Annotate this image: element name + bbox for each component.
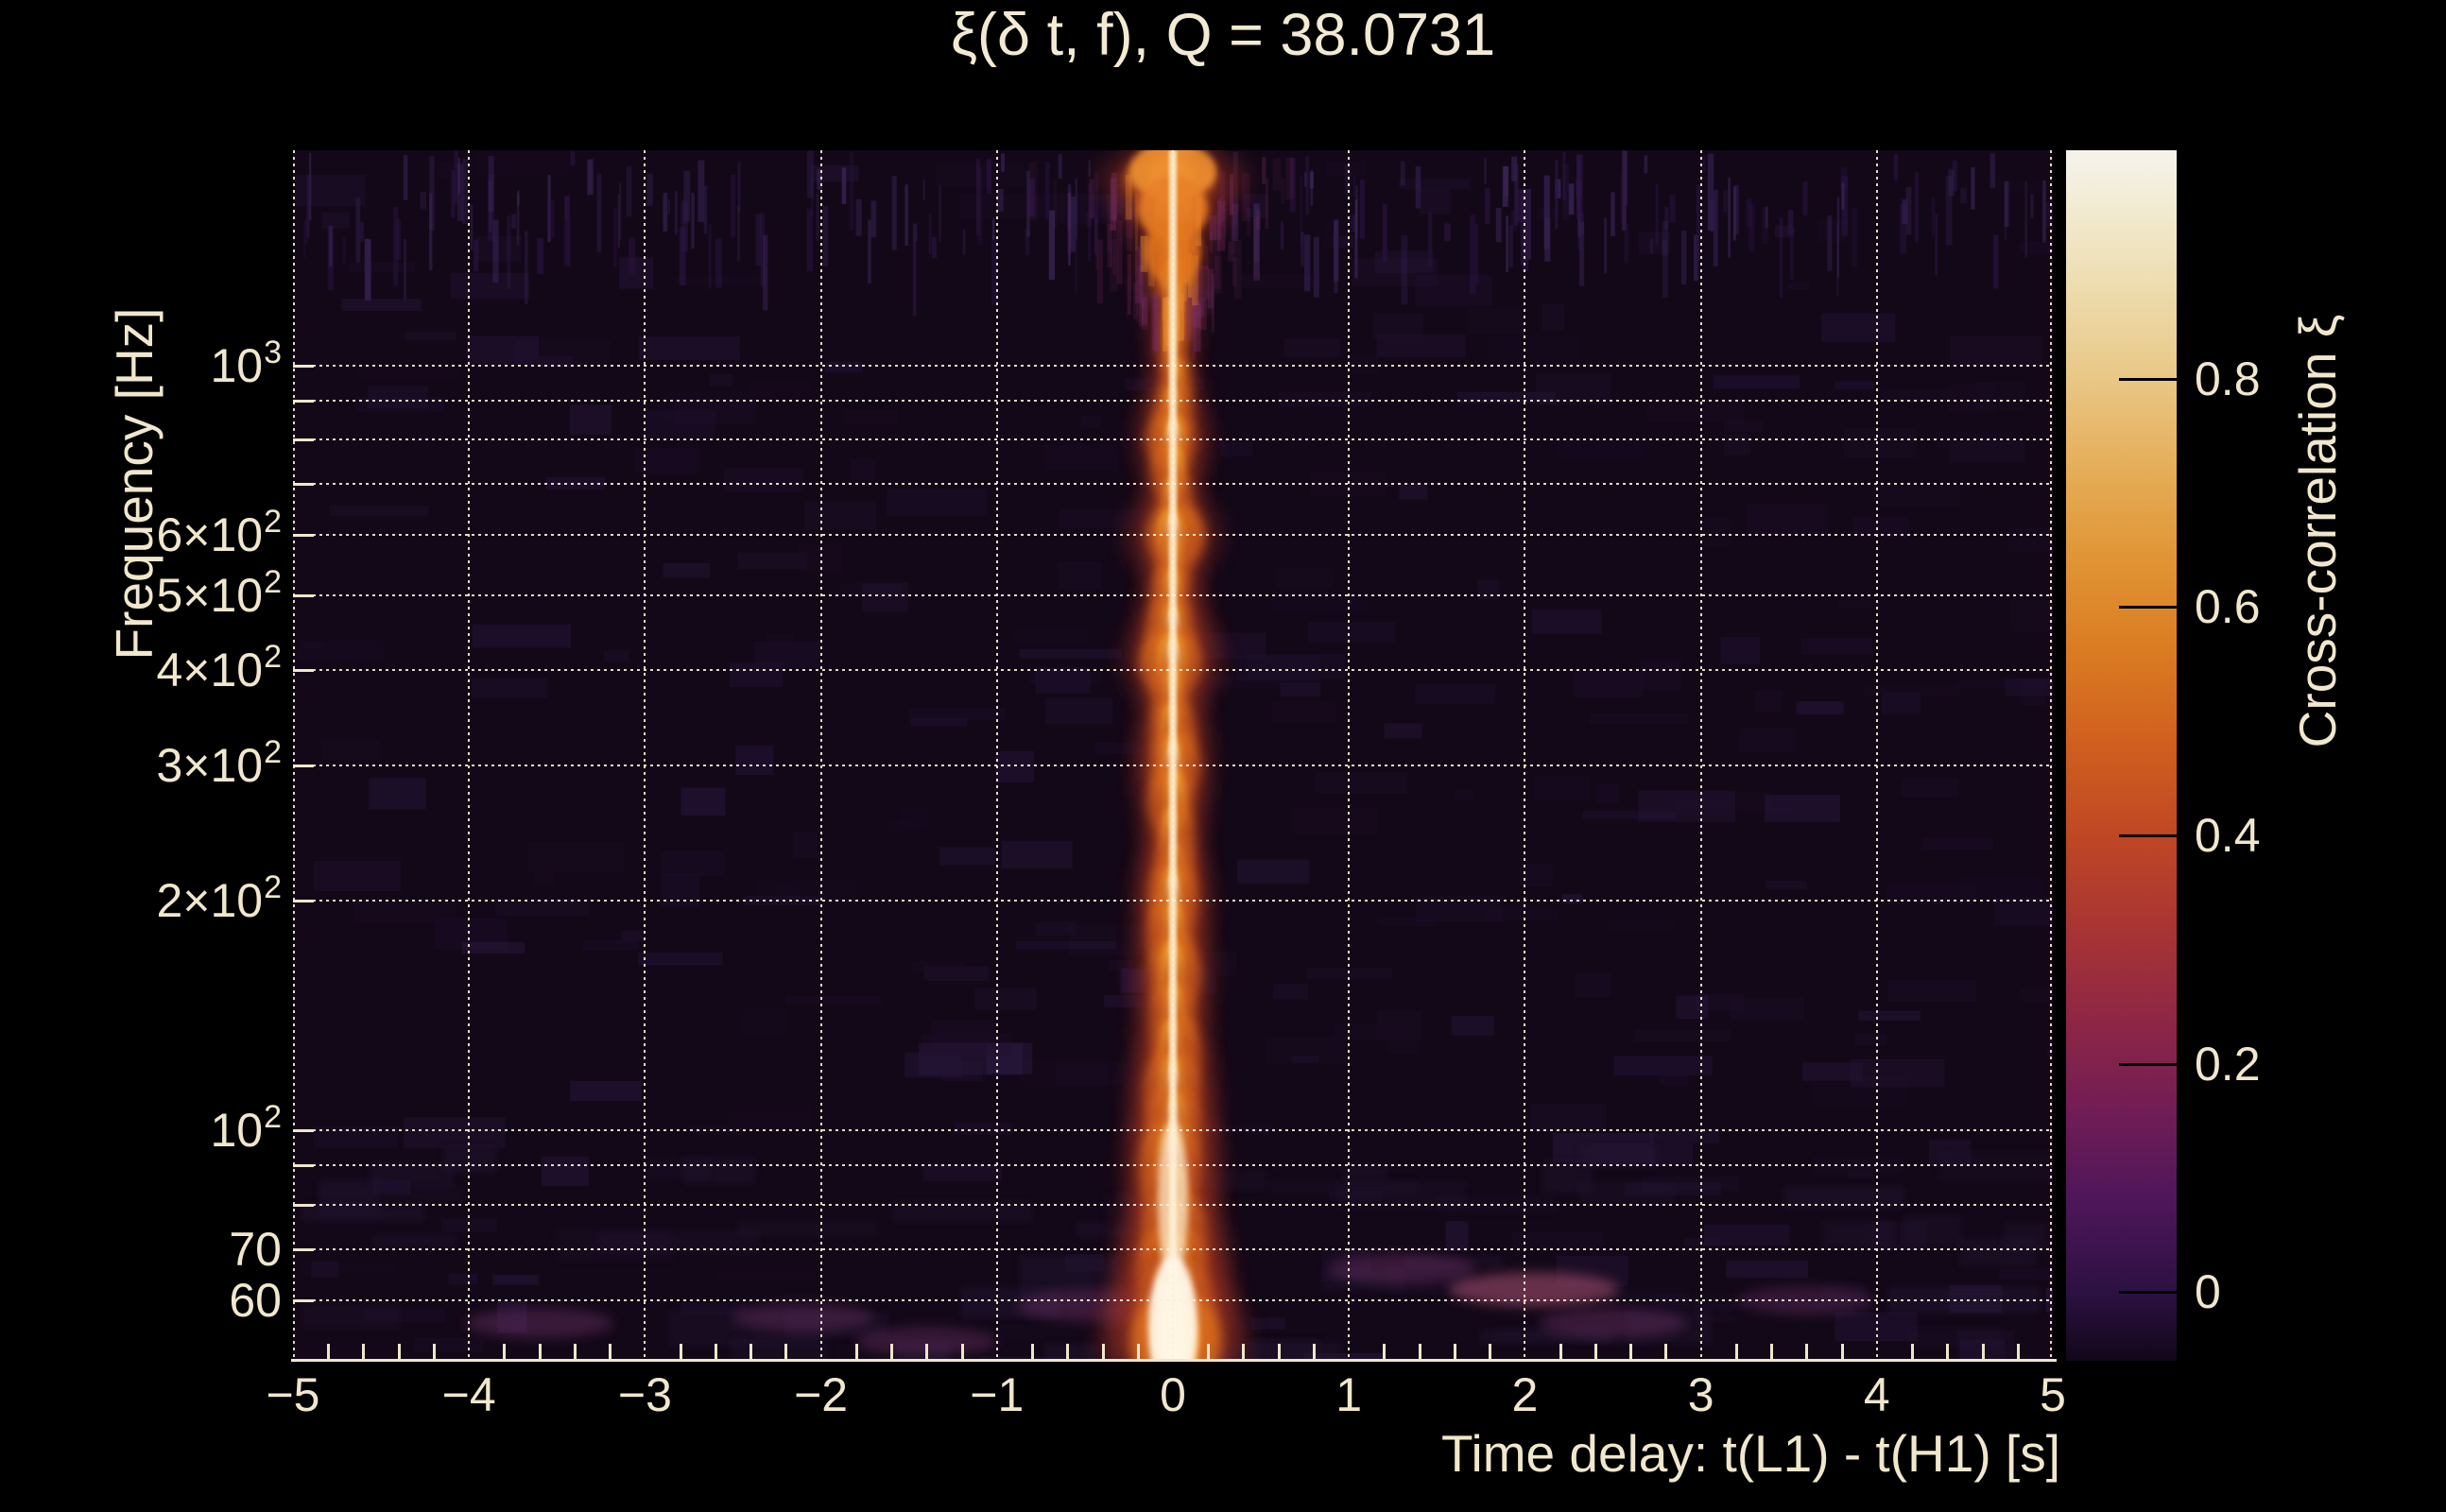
v-gridline [293, 150, 295, 1361]
colorbar-tick [2119, 1062, 2177, 1066]
y-tick-label: 3×102 [156, 733, 282, 792]
colorbar-tick-label: 0.6 [2195, 580, 2261, 634]
y-tick-mark [293, 1298, 314, 1302]
x-tick-label: 1 [1335, 1368, 1363, 1421]
y-tick-mark [293, 438, 314, 442]
v-gridline [2050, 150, 2052, 1361]
chart-title: ξ(δ t, f), Q = 38.0731 [950, 2, 1496, 68]
v-gridline [1875, 150, 1878, 1361]
y-tick-mark [293, 764, 314, 767]
y-tick-label: 4×102 [156, 638, 282, 696]
y-tick-mark [293, 1203, 314, 1207]
y-axis-title: Frequency [Hz] [105, 307, 164, 661]
y-tick-label: 6×102 [156, 504, 282, 562]
x-tick-label: 0 [1160, 1368, 1186, 1421]
y-tick-mark [293, 364, 314, 368]
v-gridline [819, 150, 822, 1361]
y-tick-mark [293, 668, 314, 672]
colorbar [2066, 150, 2177, 1361]
v-gridline [1172, 150, 1174, 1361]
y-tick-mark [293, 1247, 314, 1251]
x-tick-label: −5 [266, 1368, 320, 1421]
grid-layer [293, 150, 2053, 1361]
figure: ξ(δ t, f), Q = 38.0731 Frequency [Hz] 60… [0, 0, 2446, 1512]
y-tick-mark [293, 534, 314, 538]
x-axis-line [291, 1359, 2057, 1362]
colorbar-tick-label: 0.4 [2195, 809, 2261, 863]
y-tick-label: 102 [210, 1099, 282, 1158]
v-gridline [1699, 150, 1702, 1361]
x-tick-label: −3 [617, 1368, 672, 1421]
v-gridline [644, 150, 646, 1361]
y-tick-label: 2×102 [156, 868, 282, 927]
y-tick-mark [293, 1164, 314, 1168]
y-tick-mark [293, 594, 314, 598]
x-tick-label: 3 [1687, 1368, 1714, 1421]
y-tick-mark [293, 399, 314, 403]
v-gridline [1524, 150, 1526, 1361]
x-tick-label: −2 [794, 1368, 849, 1421]
colorbar-tick [2119, 377, 2177, 381]
y-tick-label: 5×102 [156, 564, 282, 623]
colorbar-tick-label: 0.2 [2195, 1037, 2261, 1091]
y-tick-label: 103 [210, 334, 282, 392]
y-tick-mark [293, 1129, 314, 1133]
y-tick-label: 60 [229, 1273, 282, 1327]
x-tick-label: 5 [2040, 1368, 2066, 1421]
x-tick-label: 2 [1511, 1368, 1539, 1421]
y-tick-label: 70 [229, 1222, 282, 1276]
colorbar-title: Cross-correlation ξ [2288, 314, 2347, 748]
v-gridline [468, 150, 471, 1361]
y-tick-mark [293, 899, 314, 902]
x-tick-label: 4 [1863, 1368, 1890, 1421]
v-gridline [1348, 150, 1351, 1361]
v-gridline [995, 150, 998, 1361]
colorbar-tick-label: 0 [2195, 1265, 2221, 1319]
heatmap-plot [293, 150, 2053, 1361]
colorbar-tick-label: 0.8 [2195, 352, 2261, 405]
colorbar-tick [2119, 1291, 2177, 1295]
y-tick-mark [293, 482, 314, 486]
x-tick-label: −1 [970, 1368, 1025, 1421]
colorbar-tick [2119, 834, 2177, 838]
x-tick-label: −4 [441, 1368, 496, 1421]
colorbar-tick [2119, 606, 2177, 610]
x-axis-title: Time delay: t(L1) - t(H1) [s] [1440, 1424, 2060, 1483]
